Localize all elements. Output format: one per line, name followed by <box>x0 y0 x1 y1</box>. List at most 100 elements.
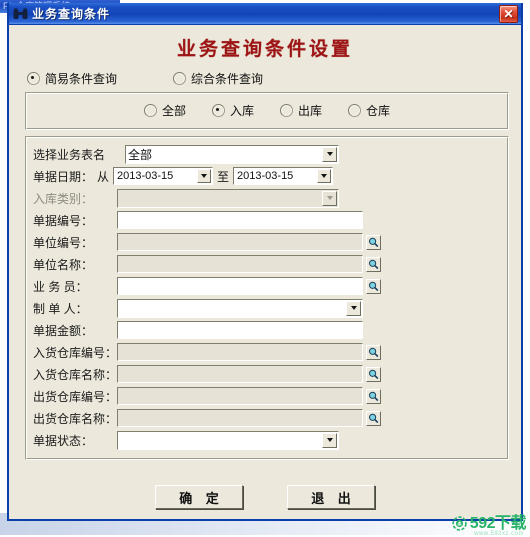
dialog-client-area: 业务查询条件设置 简易条件查询 综合条件查询 全部 入库 出库 仓库 选择业务表… <box>9 25 521 519</box>
radio-label: 综合条件查询 <box>191 72 264 86</box>
select-in-category[interactable] <box>117 188 339 208</box>
label-out-wh-name: 出货仓库名称： <box>33 411 118 426</box>
field-row-in-wh-name: 入货仓库名称： <box>33 364 501 384</box>
date-to-value: 2013-03-15 <box>237 170 294 182</box>
search-icon-salesperson[interactable] <box>366 278 381 294</box>
chevron-down-icon[interactable] <box>346 300 361 316</box>
radio-type-all[interactable]: 全部 <box>143 102 186 119</box>
radio-dot-icon <box>280 104 293 117</box>
business-type-radio-row: 全部 入库 出库 仓库 <box>27 94 507 128</box>
field-row-doc-status: 单据状态： <box>33 430 501 450</box>
label-out-wh-number: 出货仓库编号： <box>33 389 118 404</box>
chevron-down-icon[interactable] <box>317 169 332 183</box>
exit-button[interactable]: 退 出 <box>287 485 375 509</box>
search-icon-in-wh-name[interactable] <box>366 366 381 382</box>
label-in-wh-number: 入货仓库编号： <box>33 345 118 360</box>
label-salesperson: 业 务 员： <box>33 279 88 294</box>
field-row-unit-number: 单位编号： <box>33 232 501 252</box>
search-icon-in-wh-number[interactable] <box>366 344 381 360</box>
query-condition-dialog: 业务查询条件 ✕ 业务查询条件设置 简易条件查询 综合条件查询 全部 入库 出库… <box>7 3 523 521</box>
label-doc-date: 单据日期： <box>33 169 94 184</box>
input-doc-number[interactable] <box>117 211 363 229</box>
radio-type-warehouse[interactable]: 仓库 <box>348 102 390 119</box>
radio-dot-icon <box>211 104 225 117</box>
label-maker: 制 单 人： <box>33 301 88 316</box>
chevron-down-icon[interactable] <box>322 146 337 162</box>
label-in-category: 入库类别： <box>33 191 94 206</box>
input-doc-amount[interactable] <box>117 321 363 339</box>
select-table-name[interactable]: 全部 <box>125 144 339 164</box>
radio-label: 仓库 <box>366 104 391 118</box>
watermark-text: 592下载 <box>469 514 527 532</box>
radio-label: 简易条件查询 <box>45 72 118 86</box>
radio-composite-query[interactable]: 综合条件查询 <box>173 70 263 87</box>
dialog-titlebar[interactable]: 业务查询条件 ✕ <box>9 3 521 25</box>
radio-type-inbound[interactable]: 入库 <box>211 102 254 119</box>
radio-dot-icon <box>348 104 362 117</box>
select-doc-status[interactable] <box>117 430 339 450</box>
field-row-unit-name: 单位名称： <box>33 254 501 274</box>
input-in-wh-name[interactable] <box>117 365 363 383</box>
field-row-maker: 制 单 人： <box>33 298 501 318</box>
label-unit-number: 单位编号： <box>33 235 94 250</box>
label-unit-name: 单位名称： <box>33 257 94 272</box>
field-row-in-wh-number: 入货仓库编号： <box>33 342 501 362</box>
business-type-groupbox-inner: 全部 入库 出库 仓库 <box>26 93 508 129</box>
radio-label: 全部 <box>161 104 186 118</box>
input-salesperson[interactable] <box>117 277 363 295</box>
date-from-value: 2013-03-15 <box>117 170 174 182</box>
radio-type-outbound[interactable]: 出库 <box>280 102 322 119</box>
conditions-panel-inner: 选择业务表名 全部 单据日期： 从 2013-03-15 至 2013-03-1… <box>26 137 508 459</box>
search-icon-out-wh-number[interactable] <box>366 388 381 404</box>
search-icon-unit-name[interactable] <box>366 256 381 272</box>
date-picker-to[interactable]: 2013-03-15 <box>233 167 334 185</box>
page-title: 业务查询条件设置 <box>176 38 353 60</box>
search-icon-unit-number[interactable] <box>366 234 381 250</box>
radio-dot-icon <box>173 72 187 85</box>
binoculars-icon <box>12 6 28 21</box>
label-date-from: 从 <box>97 169 110 184</box>
close-glyph: ✕ <box>503 7 514 21</box>
input-unit-number[interactable] <box>117 233 363 251</box>
conditions-panel: 选择业务表名 全部 单据日期： 从 2013-03-15 至 2013-03-1… <box>25 136 509 460</box>
input-out-wh-number[interactable] <box>117 387 363 405</box>
field-row-out-wh-name: 出货仓库名称： <box>33 408 501 428</box>
chevron-down-icon[interactable] <box>322 432 337 448</box>
business-type-groupbox: 全部 入库 出库 仓库 <box>25 92 509 130</box>
field-row-doc-date: 单据日期： 从 2013-03-15 至 2013-03-15 <box>33 166 501 186</box>
radio-label: 出库 <box>298 104 323 118</box>
field-row-doc-amount: 单据金额： <box>33 320 501 340</box>
select-table-name-value: 全部 <box>128 147 153 162</box>
close-icon[interactable]: ✕ <box>499 5 518 23</box>
chevron-down-icon[interactable] <box>322 190 337 206</box>
radio-label: 入库 <box>229 104 254 118</box>
label-doc-amount: 单据金额： <box>33 323 94 338</box>
chevron-down-icon[interactable] <box>197 169 212 183</box>
label-date-to: 至 <box>217 169 230 184</box>
dialog-button-bar: 确 定 退 出 <box>9 485 521 509</box>
field-row-doc-number: 单据编号： <box>33 210 501 230</box>
label-doc-status: 单据状态： <box>33 433 94 448</box>
label-in-wh-name: 入货仓库名称： <box>33 367 118 382</box>
site-watermark: 592下载 www.592xz.com <box>452 514 527 537</box>
input-out-wh-name[interactable] <box>117 409 363 427</box>
field-row-table-name: 选择业务表名 全部 <box>33 144 501 164</box>
radio-dot-icon <box>27 72 40 85</box>
input-in-wh-number[interactable] <box>117 343 363 361</box>
field-row-out-wh-number: 出货仓库编号： <box>33 386 501 406</box>
watermark-url: www.592xz.com <box>474 530 524 537</box>
dialog-title: 业务查询条件 <box>32 7 111 21</box>
ok-button[interactable]: 确 定 <box>155 485 243 509</box>
date-picker-from[interactable]: 2013-03-15 <box>113 167 214 185</box>
label-doc-number: 单据编号： <box>33 213 94 228</box>
radio-simple-query[interactable]: 简易条件查询 <box>27 70 117 87</box>
query-mode-group: 简易条件查询 综合条件查询 <box>9 67 521 92</box>
label-table-name: 选择业务表名 <box>33 147 106 162</box>
input-unit-name[interactable] <box>117 255 363 273</box>
radio-dot-icon <box>143 104 157 117</box>
field-row-salesperson: 业 务 员： <box>33 276 501 296</box>
select-maker[interactable] <box>117 298 363 318</box>
download-badge-icon <box>452 516 467 531</box>
screen: PL 仓库管理系统 业务查询条件 ✕ 业务查询条件设置 <box>0 0 530 537</box>
search-icon-out-wh-name[interactable] <box>366 410 381 426</box>
